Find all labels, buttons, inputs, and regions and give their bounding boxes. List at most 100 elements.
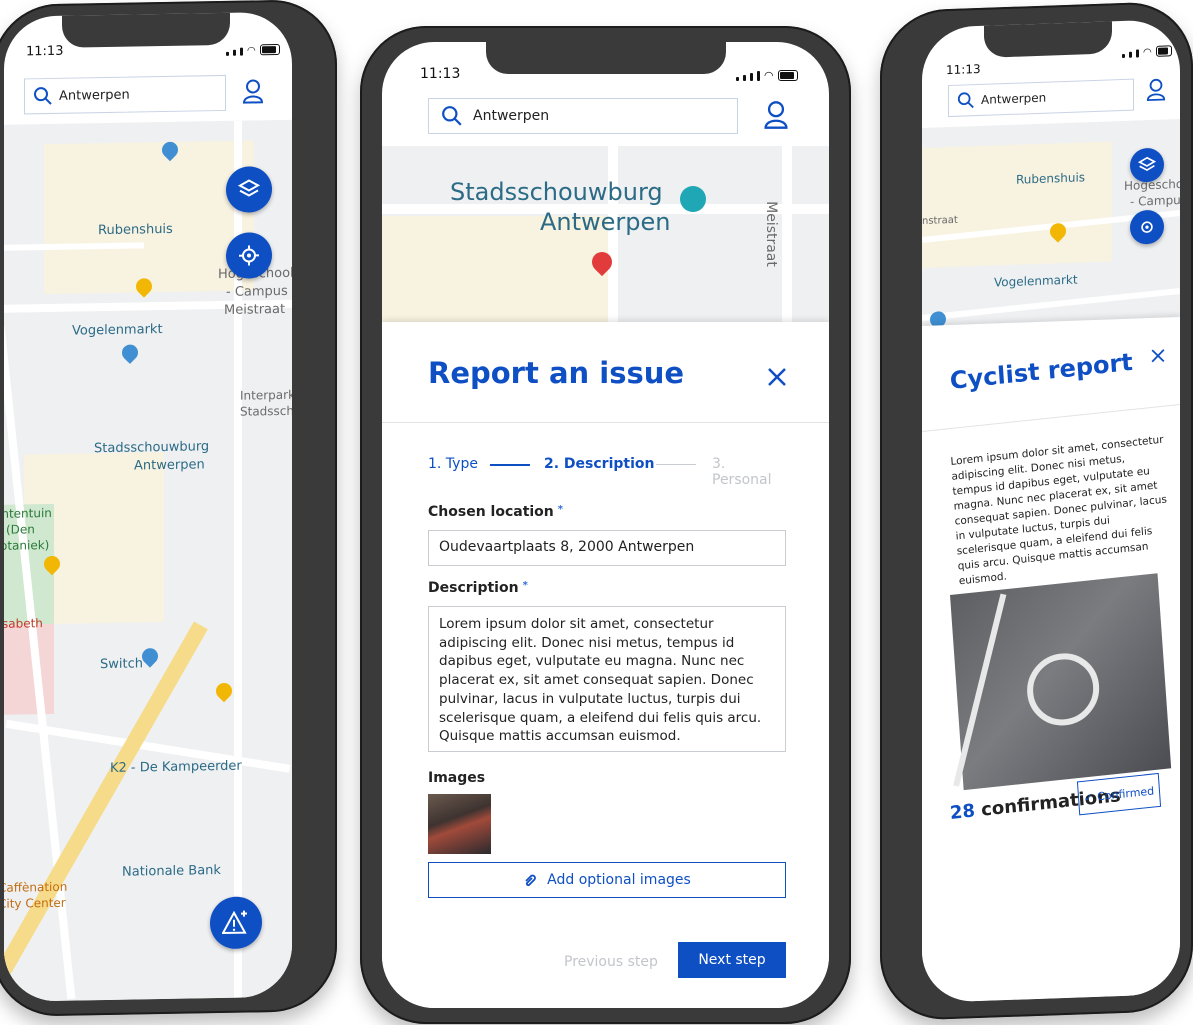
status-icons: ◠ bbox=[1122, 45, 1172, 58]
required-mark: * bbox=[557, 504, 564, 515]
notch bbox=[984, 19, 1112, 58]
search-value: Antwerpen bbox=[981, 90, 1047, 107]
map-poi-label: Antwerpen bbox=[540, 208, 671, 236]
map-road bbox=[922, 288, 1180, 321]
search-value: Antwerpen bbox=[473, 108, 550, 124]
status-time: 11:13 bbox=[26, 43, 64, 60]
images-label: Images bbox=[428, 770, 486, 786]
map-label: Rubenshuis bbox=[98, 221, 173, 239]
map-road bbox=[782, 146, 792, 322]
paperclip-icon bbox=[525, 874, 537, 887]
previous-step-button[interactable]: Previous step bbox=[564, 954, 658, 970]
map-poi-label: Stadsschouwburg bbox=[450, 178, 663, 206]
step-type[interactable]: 1. Type bbox=[428, 456, 478, 472]
step-connector bbox=[490, 464, 530, 466]
next-step-button[interactable]: Next step bbox=[678, 942, 786, 978]
map-view[interactable]: Rubenshuis Hogeschool - Campus Meistraat… bbox=[4, 119, 292, 1002]
close-icon[interactable] bbox=[1150, 347, 1166, 364]
notch bbox=[486, 42, 726, 74]
shop-marker[interactable] bbox=[118, 341, 142, 364]
notch bbox=[62, 11, 230, 48]
battery-icon bbox=[259, 43, 280, 56]
map-label: Interpark bbox=[240, 387, 292, 403]
report-body: Lorem ipsum dolor sit amet, consectetur … bbox=[950, 433, 1168, 588]
step-connector bbox=[656, 464, 696, 465]
report-photo[interactable] bbox=[950, 573, 1172, 791]
close-icon[interactable] bbox=[766, 366, 788, 388]
map-view[interactable]: Stadsschouwburg Antwerpen Meistraat bbox=[382, 146, 829, 322]
map-label: Stadsschouwburg bbox=[94, 439, 210, 457]
map-label: - Campus bbox=[226, 283, 288, 300]
location-label: Chosen location * bbox=[428, 504, 564, 520]
map-label: City Center bbox=[4, 895, 66, 911]
map-block bbox=[922, 141, 1112, 268]
wifi-icon: ◠ bbox=[764, 69, 774, 82]
battery-icon bbox=[777, 70, 798, 81]
step-description[interactable]: 2. Description bbox=[544, 456, 654, 472]
check-icon: ✓ bbox=[1083, 790, 1094, 805]
map-view[interactable]: Rubenshuis Hogeschool - Campus Vogelenma… bbox=[922, 118, 1180, 334]
crosshair-icon bbox=[1141, 221, 1153, 233]
warning-marker[interactable] bbox=[212, 679, 236, 703]
middle-phone: 11:13 ◠ Antwerpen Stadsschouwburg Antwer… bbox=[360, 26, 851, 1024]
theater-marker[interactable] bbox=[680, 186, 706, 212]
battery-icon bbox=[1155, 45, 1172, 57]
sheet-divider bbox=[382, 422, 829, 423]
map-label: otaniek) bbox=[4, 538, 50, 553]
search-value: Antwerpen bbox=[59, 87, 130, 104]
report-sheet: Report an issue 1. Type 2. Description 3… bbox=[382, 322, 829, 1008]
report-issue-button[interactable] bbox=[210, 896, 262, 950]
image-thumbnail[interactable] bbox=[428, 794, 491, 854]
layers-button[interactable] bbox=[226, 166, 272, 213]
user-icon[interactable] bbox=[1146, 77, 1166, 102]
wifi-icon: ◠ bbox=[1143, 46, 1152, 59]
locate-button[interactable] bbox=[1130, 209, 1164, 245]
search-input[interactable]: Antwerpen bbox=[24, 74, 226, 115]
user-icon[interactable] bbox=[242, 78, 264, 104]
map-label: Caffènation bbox=[4, 879, 68, 895]
report-title: Cyclist report bbox=[949, 347, 1134, 395]
map-label: sabeth bbox=[4, 616, 43, 631]
left-phone-screen: 11:13 ◠ Antwerpen Rubenshuis Hog bbox=[4, 11, 292, 1002]
required-mark: * bbox=[522, 580, 528, 591]
bike-lane-line bbox=[953, 593, 1007, 787]
crosshair-icon bbox=[239, 245, 259, 266]
confirmed-button[interactable]: ✓ Confirmed bbox=[1076, 772, 1162, 816]
location-field[interactable]: Oudevaartplaats 8, 2000 Antwerpen bbox=[428, 530, 786, 566]
wifi-icon: ◠ bbox=[247, 45, 256, 57]
search-icon bbox=[34, 87, 52, 105]
map-label: Vogelenmarkt bbox=[72, 322, 163, 339]
map-label: Antwerpen bbox=[134, 457, 205, 474]
warning-plus-icon bbox=[222, 910, 247, 935]
map-label: K2 - De Kampeerder bbox=[110, 758, 242, 776]
sheet-title: Report an issue bbox=[428, 356, 685, 390]
map-label: - Campus bbox=[1130, 192, 1180, 209]
map-label: Vogelenmarkt bbox=[994, 272, 1078, 290]
user-icon[interactable] bbox=[762, 100, 790, 130]
status-time: 11:13 bbox=[420, 66, 461, 82]
search-icon bbox=[957, 92, 974, 109]
map-label: Stadssch bbox=[240, 403, 292, 419]
bike-symbol bbox=[1024, 649, 1102, 730]
right-phone: 11:13 ◠ Antwerpen Rubenshuis Hogeschool … bbox=[880, 0, 1193, 1022]
layers-icon bbox=[1138, 156, 1156, 171]
report-detail-sheet: Cyclist report Lorem ipsum dolor sit ame… bbox=[922, 316, 1180, 1003]
map-label: (Den bbox=[6, 522, 35, 537]
description-textarea[interactable]: Lorem ipsum dolor sit amet, consectetur … bbox=[428, 606, 786, 752]
map-label: nstraat bbox=[922, 214, 958, 227]
search-input[interactable]: Antwerpen bbox=[948, 78, 1134, 118]
map-label: Meistraat bbox=[224, 301, 286, 318]
search-input[interactable]: Antwerpen bbox=[428, 98, 738, 134]
map-label: antentuin bbox=[4, 505, 52, 521]
right-phone-screen: 11:13 ◠ Antwerpen Rubenshuis Hogeschool … bbox=[922, 18, 1180, 1003]
map-label: Nationale Bank bbox=[122, 863, 221, 880]
add-images-button[interactable]: Add optional images bbox=[428, 862, 786, 898]
status-time: 11:13 bbox=[946, 61, 981, 78]
status-icons: ◠ bbox=[736, 70, 798, 81]
left-phone: 11:13 ◠ Antwerpen Rubenshuis Hog bbox=[0, 0, 337, 1018]
map-label: Switch bbox=[100, 656, 143, 673]
map-street-label: Meistraat bbox=[762, 201, 779, 267]
description-label: Description * bbox=[428, 580, 528, 596]
sheet-divider bbox=[922, 404, 1180, 432]
step-personal[interactable]: 3. Personal bbox=[712, 456, 788, 488]
